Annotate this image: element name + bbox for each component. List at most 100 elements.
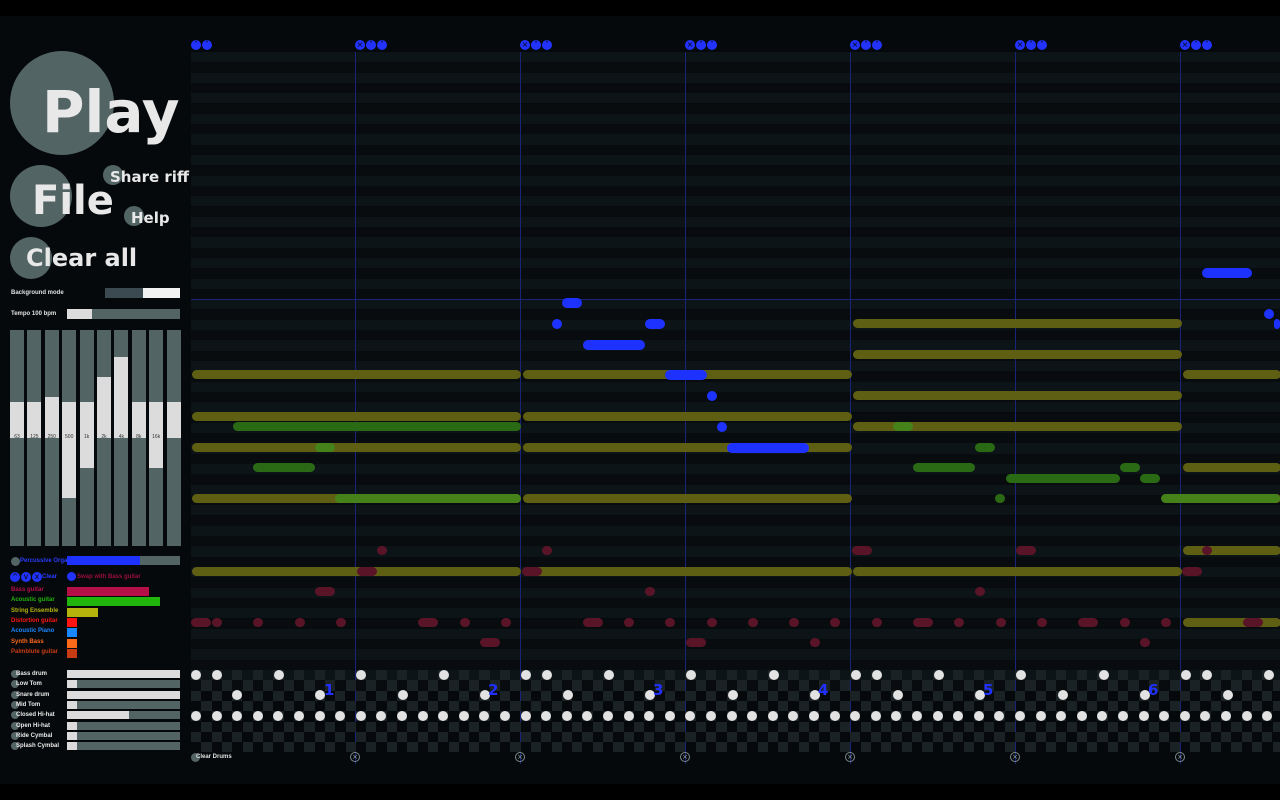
drum-cell[interactable] <box>427 721 439 732</box>
instrument-volume-bar[interactable] <box>67 638 78 648</box>
drum-cell[interactable] <box>1159 731 1170 743</box>
drum-cell[interactable] <box>973 670 985 681</box>
drum-cell[interactable] <box>489 742 500 753</box>
drum-cell[interactable] <box>520 690 531 701</box>
drum-cell[interactable] <box>335 670 346 681</box>
drum-cell[interactable] <box>850 731 861 743</box>
drum-track-volume[interactable] <box>67 680 180 689</box>
drum-cell[interactable] <box>860 680 871 691</box>
snare-drum-hit[interactable] <box>728 690 738 700</box>
drum-cell[interactable] <box>1025 721 1036 732</box>
drum-cell[interactable] <box>932 731 943 743</box>
drum-cell[interactable] <box>427 680 439 691</box>
drum-cell[interactable] <box>1015 690 1026 701</box>
drum-cell[interactable] <box>1138 670 1149 681</box>
drum-cell[interactable] <box>839 700 851 712</box>
clear-drums-label[interactable]: Clear Drums <box>196 754 232 760</box>
drum-cell[interactable] <box>232 670 243 681</box>
drum-cell[interactable] <box>1190 700 1201 712</box>
drum-cell[interactable] <box>613 721 624 732</box>
drum-cell[interactable] <box>263 700 274 712</box>
note-bass-guitar[interactable] <box>522 567 542 576</box>
note-bass-guitar[interactable] <box>1161 618 1171 627</box>
closed-hihat-hit[interactable] <box>1221 711 1231 721</box>
eq-band-column[interactable] <box>166 330 181 546</box>
instrument-label[interactable]: String Ensemble <box>11 608 58 614</box>
note-bass-guitar[interactable] <box>1120 618 1130 627</box>
drum-cell[interactable] <box>273 731 284 743</box>
drum-cell[interactable] <box>932 690 943 701</box>
drum-cell[interactable] <box>901 680 912 691</box>
drum-cell[interactable] <box>263 680 274 691</box>
drum-cell[interactable] <box>654 700 665 712</box>
move-down-icon[interactable]: ˅ <box>377 40 387 50</box>
drum-cell[interactable] <box>304 700 315 712</box>
drum-cell[interactable] <box>211 690 222 701</box>
drum-cell[interactable] <box>623 670 634 681</box>
drum-cell[interactable] <box>366 680 377 691</box>
drum-cell[interactable] <box>469 742 480 753</box>
drum-cell[interactable] <box>582 670 593 681</box>
drum-track-volume[interactable] <box>67 711 180 720</box>
drum-cell[interactable] <box>469 721 480 732</box>
drum-cell[interactable] <box>1045 680 1057 691</box>
drum-cell[interactable] <box>747 731 758 743</box>
note-string-ensemble[interactable] <box>192 412 521 421</box>
drum-track-volume[interactable] <box>67 690 180 699</box>
closed-hihat-hit[interactable] <box>417 711 428 721</box>
drum-cell[interactable] <box>695 700 706 712</box>
note-acoustic-guitar[interactable] <box>233 422 521 431</box>
drum-cell[interactable] <box>984 721 995 732</box>
drum-cell[interactable] <box>397 670 408 681</box>
instrument-toggle-icon[interactable] <box>11 557 20 566</box>
drum-cell[interactable] <box>427 742 439 753</box>
snare-drum-hit[interactable] <box>232 690 242 700</box>
closed-hihat-hit[interactable] <box>829 711 840 721</box>
delete-bar-icon[interactable]: × <box>850 40 860 50</box>
drum-cell[interactable] <box>1004 680 1015 691</box>
drum-cell[interactable] <box>757 721 768 732</box>
drum-cell[interactable] <box>201 742 212 753</box>
snare-drum-hit[interactable] <box>893 690 903 700</box>
instrument-label[interactable]: Synth Bass <box>11 639 44 645</box>
drum-cell[interactable] <box>654 721 665 732</box>
note-percussive-organ[interactable] <box>552 319 562 329</box>
delete-bar-icon[interactable]: × <box>350 752 360 762</box>
drum-track-volume[interactable] <box>67 670 180 678</box>
drum-cell[interactable] <box>510 680 521 691</box>
drum-cell[interactable] <box>1148 742 1160 753</box>
note-acoustic-guitar[interactable] <box>995 494 1005 503</box>
move-down-icon[interactable]: ˅ <box>872 40 882 50</box>
drum-cell[interactable] <box>736 680 748 691</box>
bass-drum-hit[interactable] <box>769 670 779 680</box>
closed-hihat-hit[interactable] <box>1015 711 1025 721</box>
drum-cell[interactable] <box>1097 690 1108 701</box>
instrument-volume-bar[interactable] <box>67 587 150 596</box>
drum-track-volume[interactable] <box>67 742 180 751</box>
drum-cell[interactable] <box>438 731 449 743</box>
drum-cell[interactable] <box>304 680 315 691</box>
drum-cell[interactable] <box>1190 742 1201 753</box>
drum-cell[interactable] <box>1159 670 1170 681</box>
drum-cell[interactable] <box>1087 721 1098 732</box>
drum-cell[interactable] <box>1148 700 1160 712</box>
closed-hihat-hit[interactable] <box>1076 711 1087 721</box>
note-string-ensemble[interactable] <box>853 567 1182 576</box>
drum-cell[interactable] <box>1107 680 1118 691</box>
drum-cell[interactable] <box>839 680 851 691</box>
drum-cell[interactable] <box>912 731 923 743</box>
bass-drum-hit[interactable] <box>191 670 201 680</box>
closed-hihat-hit[interactable] <box>520 711 531 721</box>
note-bass-guitar[interactable] <box>996 618 1006 627</box>
drum-cell[interactable] <box>366 700 377 712</box>
drum-cell[interactable] <box>613 700 624 712</box>
swap-instrument-label[interactable]: Swap with Bass guitar <box>77 574 141 580</box>
closed-hihat-hit[interactable] <box>294 711 304 721</box>
note-acoustic-guitar[interactable] <box>913 463 975 472</box>
drum-cell[interactable] <box>479 670 490 681</box>
drum-cell[interactable] <box>685 731 696 743</box>
drum-cell[interactable] <box>778 721 789 732</box>
drum-cell[interactable] <box>1128 721 1139 732</box>
drum-cell[interactable] <box>489 721 500 732</box>
closed-hihat-hit[interactable] <box>1118 711 1128 721</box>
